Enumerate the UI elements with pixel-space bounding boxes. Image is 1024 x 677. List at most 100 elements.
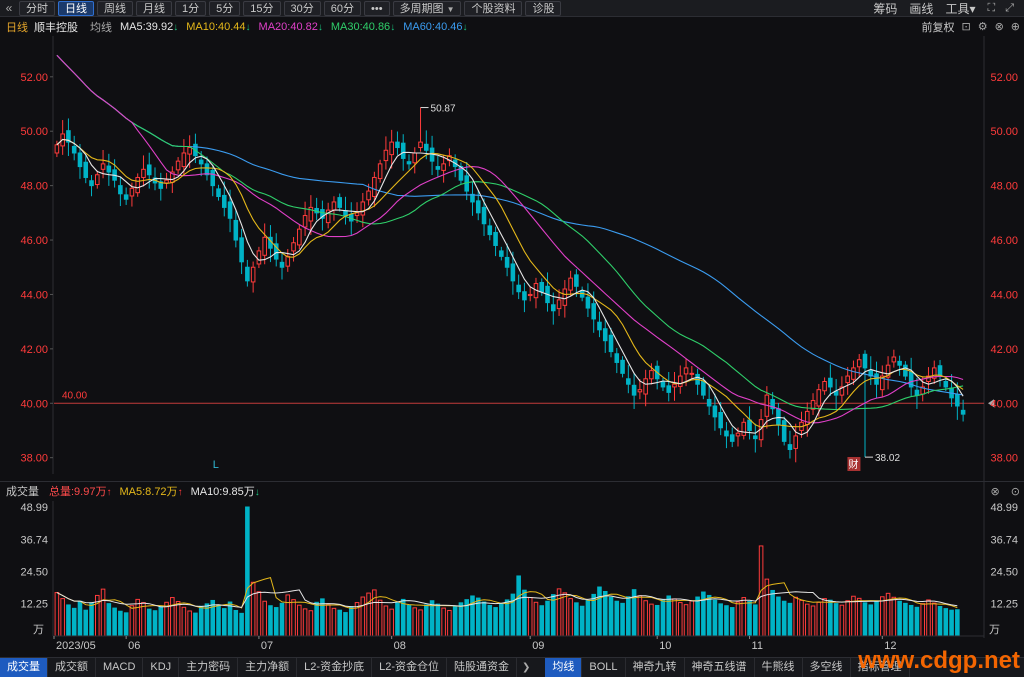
- indicator-tab-4[interactable]: 主力密码: [179, 658, 239, 677]
- candle-body: [574, 274, 579, 287]
- ma20-line: [56, 54, 964, 424]
- volume-bar: [193, 612, 198, 637]
- period-tab-5[interactable]: 5分: [209, 0, 241, 16]
- more-periods-button[interactable]: •••: [364, 0, 390, 16]
- collapse-volume-icon[interactable]: ⊙: [1011, 486, 1020, 498]
- candle-body: [354, 212, 360, 217]
- period-tab-3[interactable]: 月线: [136, 0, 172, 16]
- volume-bar: [262, 600, 267, 637]
- date-tick-label: 06: [128, 640, 140, 652]
- candle-body: [106, 165, 112, 173]
- close-volume-icon[interactable]: ⊗: [991, 486, 1000, 498]
- indicator-tab-6[interactable]: L2-资金抄底: [297, 658, 373, 677]
- max-price-label: 50.87: [431, 104, 456, 115]
- indicator-tab-2[interactable]: MACD: [96, 658, 144, 677]
- tools-button[interactable]: 工具▾: [945, 0, 975, 17]
- lock-icon[interactable]: ⊡: [961, 20, 970, 33]
- period-tab-4[interactable]: 1分: [175, 0, 207, 16]
- volume-bar: [250, 581, 256, 637]
- volume-bar: [637, 595, 643, 637]
- volume-bar: [712, 599, 718, 637]
- candle-body: [591, 303, 596, 320]
- period-tab-0[interactable]: 分时: [19, 0, 55, 16]
- volume-bar: [562, 592, 568, 637]
- draw-line-button[interactable]: 画线: [909, 0, 933, 17]
- price-tick-left: 44.00: [20, 289, 48, 301]
- volume-bar: [406, 604, 412, 637]
- overlay-tab-5[interactable]: 多空线: [803, 658, 851, 677]
- period-tab-2[interactable]: 周线: [97, 0, 133, 16]
- chips-button[interactable]: 筹码: [873, 0, 897, 17]
- candle-body: [77, 152, 83, 168]
- candle-body: [395, 141, 400, 149]
- volume-bar: [914, 606, 920, 637]
- overlay-tab-3[interactable]: 神奇五线谱: [685, 658, 755, 677]
- multi-period-button[interactable]: 多周期图 ▼: [392, 0, 462, 16]
- candle-body: [406, 161, 412, 165]
- price-tick-left: 42.00: [20, 344, 48, 356]
- candle-body: [781, 420, 787, 442]
- add-icon[interactable]: ⊕: [1011, 20, 1020, 33]
- candle-body: [903, 364, 908, 377]
- candle-body: [897, 360, 902, 366]
- indicator-tab-3[interactable]: KDJ: [143, 658, 180, 677]
- settings-icon[interactable]: ⚙: [978, 20, 988, 33]
- price-grid: [50, 36, 985, 638]
- volume-bar: [424, 604, 429, 637]
- overlay-tab-0[interactable]: 均线: [545, 658, 583, 677]
- ma-indicator-label[interactable]: 均线: [90, 19, 112, 35]
- candle-body: [585, 296, 591, 309]
- candle-body: [441, 163, 446, 171]
- period-tab-1[interactable]: 日线: [58, 0, 94, 16]
- overlay-tab-1[interactable]: BOLL: [582, 658, 626, 677]
- volume-bars: [54, 506, 960, 637]
- expand-icon[interactable]: ⤢: [1005, 2, 1014, 15]
- period-tab-7[interactable]: 30分: [283, 0, 321, 16]
- overlay-tab-2[interactable]: 神奇九转: [626, 658, 685, 677]
- ma-value-text: MA30:40.86: [330, 20, 391, 33]
- volume-bar: [152, 610, 158, 637]
- moving-averages: [56, 54, 964, 436]
- back-icon[interactable]: «: [2, 1, 16, 15]
- indicator-tab-0[interactable]: 成交量: [0, 658, 48, 677]
- stock-profile-button[interactable]: 个股资料: [464, 0, 523, 16]
- volume-bar: [614, 600, 620, 637]
- volume-bar: [487, 604, 493, 637]
- fullscreen-icon[interactable]: ⛶: [987, 2, 995, 15]
- volume-bar: [868, 604, 874, 637]
- volume-bar: [112, 607, 117, 637]
- close-icon[interactable]: ⊗: [995, 20, 1004, 33]
- volume-bar: [331, 607, 337, 637]
- diagnose-button[interactable]: 诊股: [525, 0, 562, 16]
- kline-chart[interactable]: 40.00 52.00 52.00 50.00 50.00 48.00 48.00 46.0…: [0, 36, 1024, 657]
- indicator-tab-5[interactable]: 主力净额: [238, 658, 298, 677]
- volume-title[interactable]: 成交量: [6, 483, 39, 499]
- volume-ma5-line: [56, 576, 958, 610]
- candle-body: [677, 375, 683, 387]
- volume-tick-right: 12.25: [990, 599, 1018, 611]
- volume-ma10: MA10:9.85万↓: [190, 486, 260, 498]
- period-tab-6[interactable]: 15分: [243, 0, 281, 16]
- indicator-tab-1[interactable]: 成交额: [48, 658, 96, 677]
- candle-body: [123, 194, 129, 200]
- arrow-down-icon: ↓: [390, 21, 396, 33]
- more-tabs-icon[interactable]: ❯: [517, 662, 535, 673]
- volume-bar: [285, 594, 291, 637]
- candle-body: [914, 389, 920, 396]
- volume-bar: [291, 599, 296, 637]
- volume-bar: [100, 588, 106, 637]
- period-tab-8[interactable]: 60分: [323, 0, 361, 16]
- candle-body: [100, 163, 106, 170]
- indicator-tab-8[interactable]: 陆股通资金: [447, 658, 517, 677]
- volume-bar: [649, 603, 654, 637]
- overlay-tab-4[interactable]: 牛熊线: [755, 658, 803, 677]
- adjust-mode-button[interactable]: 前复权: [921, 19, 954, 35]
- candle-body: [701, 380, 706, 396]
- candle-body: [54, 144, 60, 154]
- candle-body: [297, 228, 302, 246]
- price-tick-right: 52.00: [990, 72, 1018, 84]
- candle-body: [753, 435, 758, 440]
- volume-bar: [348, 606, 354, 637]
- indicator-tab-7[interactable]: L2-资金仓位: [372, 658, 447, 677]
- volume-bar: [187, 610, 192, 637]
